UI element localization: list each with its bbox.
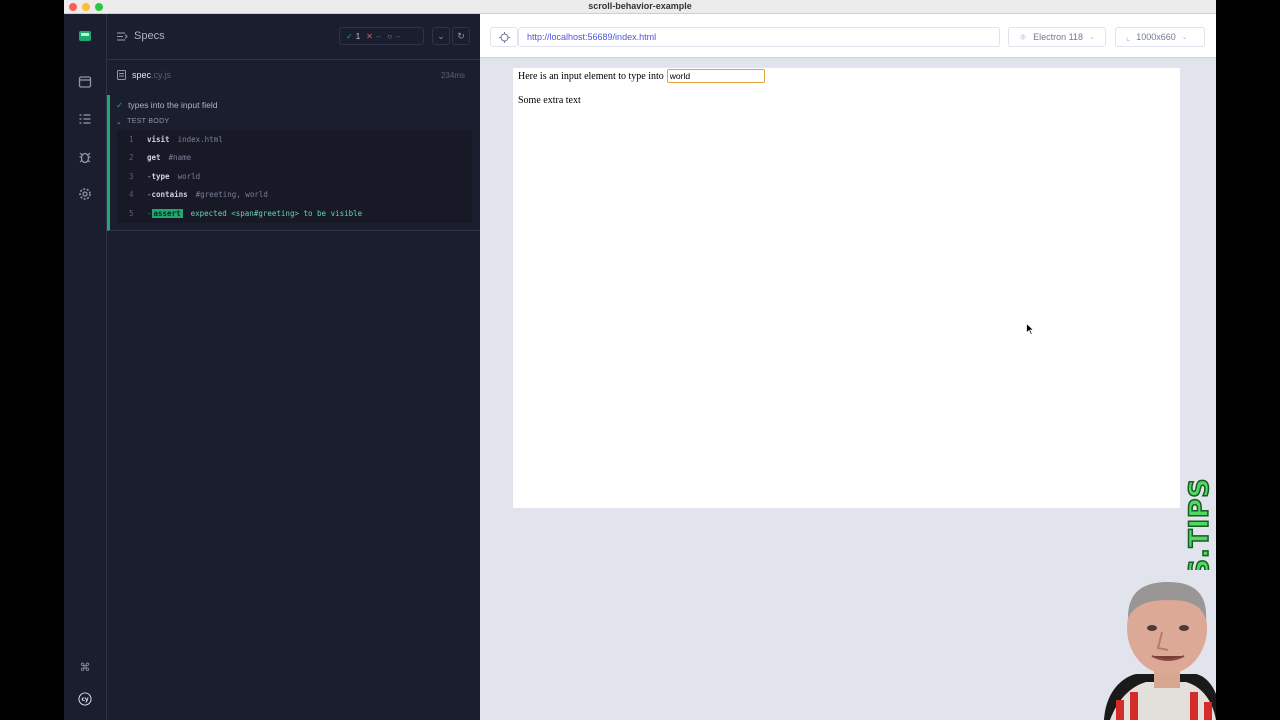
spec-name: spec: [132, 70, 152, 80]
chevron-down-icon: ⌄: [1088, 34, 1095, 41]
command-arg: #greeting, world: [195, 190, 268, 199]
spec-file[interactable]: spec.cy.js: [117, 70, 171, 80]
input-line: Here is an input element to type into wo…: [518, 69, 765, 83]
command-name: assert: [151, 208, 183, 218]
command-number: 5: [129, 208, 134, 218]
pending-count: ○ --: [387, 31, 401, 41]
svg-text:⌘: ⌘: [80, 661, 91, 674]
command-row[interactable]: 4 - contains #greeting, world: [117, 186, 472, 204]
viewport-label: 1000x660: [1136, 32, 1176, 42]
cypress-logo-icon[interactable]: [75, 26, 95, 46]
title-bar: scroll-behavior-example: [64, 0, 1216, 14]
viewport-selector[interactable]: ⌞ 1000x660 ⌄: [1115, 27, 1205, 47]
test-stats: ✓ 1 ✕ -- ○ --: [339, 27, 424, 45]
document-icon: [117, 70, 126, 80]
command-number: 4: [129, 190, 134, 199]
reload-icon[interactable]: ↻: [452, 27, 470, 45]
svg-text:cy: cy: [81, 697, 88, 703]
specs-icon[interactable]: [75, 109, 95, 129]
test-body-label: TEST BODY: [127, 118, 170, 125]
test-title-row[interactable]: ✓ types into the input field: [116, 100, 217, 111]
command-row[interactable]: 3 - type world: [117, 167, 472, 185]
command-row[interactable]: 1 visit index.html: [117, 130, 472, 148]
aut-iframe: Here is an input element to type into wo…: [513, 68, 1180, 508]
command-number: 1: [129, 134, 134, 144]
presenter-webcam: [1044, 570, 1216, 720]
settings-icon[interactable]: [75, 184, 95, 204]
keyboard-shortcut-icon[interactable]: ⌘: [75, 657, 95, 677]
window-title: scroll-behavior-example: [588, 1, 692, 11]
test-item[interactable]: ✓ types into the input field ⌄ TEST BODY…: [107, 95, 480, 231]
extra-text: Some extra text: [518, 95, 581, 106]
test-body-toggle[interactable]: ⌄ TEST BODY: [116, 118, 169, 126]
reporter-panel: Specs ✓ 1 ✕ -- ○ -- ⌄ ↻ spec.cy.js 234ms ✓ …: [107, 14, 480, 720]
command-log: 1 visit index.html 2 get #name 3 - type …: [117, 130, 472, 223]
command-name: visit: [147, 134, 170, 144]
name-input[interactable]: world: [666, 69, 765, 83]
command-number: 3: [129, 171, 134, 181]
app-window: scroll-behavior-example ⌘ cy Specs ✓ 1 ✕…: [64, 0, 1216, 720]
reporter-header: Specs ✓ 1 ✕ -- ○ -- ⌄ ↻: [107, 14, 480, 60]
passed-count: ✓ 1: [346, 31, 361, 41]
input-label: Here is an input element to type into: [518, 70, 664, 82]
command-row-assert[interactable]: 5 - assert expected <span#greeting> to b…: [117, 204, 472, 222]
command-number: 2: [129, 153, 134, 162]
aut-header: http://localhost:56689/index.html ⚛ Elec…: [480, 14, 1216, 58]
url-bar[interactable]: http://localhost:56689/index.html: [518, 27, 1000, 47]
command-arg: #name: [168, 153, 192, 162]
command-name: type: [151, 171, 170, 181]
command-arg: world: [177, 171, 201, 181]
command-arg: expected <span#greeting> to be visible: [190, 208, 363, 218]
specs-list-icon: [117, 31, 128, 41]
chevron-down-icon: ⌄: [1181, 34, 1188, 41]
cy-logo-icon[interactable]: cy: [74, 688, 96, 710]
spec-duration: 234ms: [440, 71, 465, 80]
chevron-down-icon: ⌄: [116, 119, 123, 126]
command-arg: index.html: [177, 134, 223, 144]
test-title: types into the input field: [128, 100, 218, 110]
command-row[interactable]: 2 get #name: [117, 149, 472, 167]
side-nav: ⌘ cy: [64, 14, 107, 720]
debug-icon[interactable]: [75, 147, 95, 167]
command-name: contains: [151, 190, 188, 199]
electron-icon: ⚛: [1019, 31, 1028, 42]
mouse-cursor-icon: [1026, 323, 1034, 335]
browser-selector[interactable]: ⚛ Electron 118 ⌄: [1008, 27, 1106, 47]
chevron-down-icon[interactable]: ⌄: [432, 27, 450, 45]
runs-icon[interactable]: [75, 72, 95, 92]
specs-toggle[interactable]: Specs: [117, 30, 165, 42]
specs-label: Specs: [134, 30, 165, 42]
command-name: get: [147, 153, 161, 162]
check-icon: ✓: [116, 100, 124, 110]
browser-label: Electron 118: [1033, 32, 1083, 42]
viewport-icon: ⌞: [1126, 31, 1131, 42]
failed-count: ✕ --: [366, 31, 382, 41]
spec-extension: .cy.js: [151, 70, 171, 80]
selector-playground-icon[interactable]: [490, 27, 518, 47]
